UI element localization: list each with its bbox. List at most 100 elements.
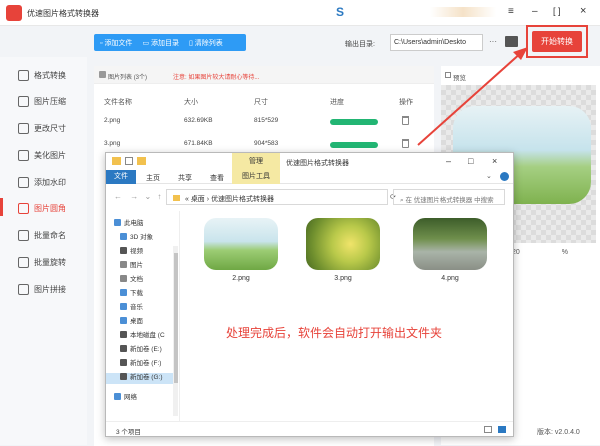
address-crumb-desktop[interactable]: 桌面: [191, 196, 205, 203]
explorer-maximize-button[interactable]: □: [468, 156, 473, 166]
nav-label: 图片: [130, 262, 143, 269]
file-thumbnail[interactable]: [306, 218, 380, 270]
table-row[interactable]: 2.png 632.69KB 815*529: [94, 111, 434, 131]
sidebar-item-format-convert[interactable]: 格式转换: [18, 67, 66, 83]
nav-item-documents[interactable]: 文档: [120, 273, 143, 283]
expand-ribbon-icon[interactable]: ⌄: [486, 172, 492, 180]
clear-list-button[interactable]: ▯ 清除列表: [189, 38, 223, 48]
list-title-text: 图片列表: [108, 75, 133, 81]
add-folder-label: 添加目录: [151, 39, 179, 47]
beautify-icon: [18, 149, 29, 161]
sidebar-item-label: 美化图片: [34, 150, 66, 160]
explorer-title: 优速图片格式转换器: [286, 160, 349, 167]
file-name: 4.png: [441, 275, 459, 282]
nav-item-this-pc[interactable]: 此电脑: [114, 217, 144, 227]
column-header-dims: 尺寸: [254, 99, 268, 106]
row-dims: 815*529: [254, 117, 279, 124]
nav-item-drive-f[interactable]: 新加卷 (F:): [120, 357, 161, 367]
nav-item-drive-g[interactable]: 新加卷 (G:): [120, 371, 163, 381]
explorer-titlebar: 管理 优速图片格式转换器 – □ ×: [106, 153, 513, 170]
tab-home[interactable]: 主页: [146, 173, 160, 183]
nav-arrows: ← → ⌄ ↑: [114, 192, 161, 201]
nav-item-3d-objects[interactable]: 3D 对象: [120, 231, 153, 241]
annotation-arrow-icon: [417, 47, 528, 146]
manage-tab[interactable]: 管理: [232, 153, 280, 170]
resize-icon: [18, 122, 29, 134]
sidebar-item-rename[interactable]: 批量命名: [18, 227, 66, 243]
address-overflow[interactable]: «: [185, 196, 189, 203]
add-file-label: 添加文件: [104, 39, 133, 47]
action-toolbar: ▫ 添加文件 ▭ 添加目录 ▯ 清除列表: [94, 34, 246, 51]
nav-item-desktop[interactable]: 桌面: [120, 315, 143, 325]
menu-icon[interactable]: ≡: [508, 6, 514, 17]
sidebar-item-label: 格式转换: [34, 70, 66, 80]
promo-banner[interactable]: [430, 7, 496, 17]
sidebar-item-rotate[interactable]: 批量旋转: [18, 254, 66, 270]
explorer-close-button[interactable]: ×: [492, 156, 497, 166]
annotation-text: 处理完成后，软件会自动打开输出文件夹: [226, 326, 443, 340]
sidebar-item-rounded-corner[interactable]: 图片圆角: [18, 200, 66, 216]
nav-label: 桌面: [130, 318, 143, 325]
nav-item-downloads[interactable]: 下载: [120, 287, 143, 297]
search-input[interactable]: ⌕ 在 优速图片格式转换器 中搜索: [393, 189, 505, 205]
address-separator: ›: [206, 196, 210, 203]
new-folder-icon[interactable]: [137, 157, 146, 165]
app-title: 优速图片格式转换器: [27, 9, 99, 18]
folder-icon: [112, 157, 121, 165]
nav-item-drive-c[interactable]: 本地磁盘 (C: [120, 329, 165, 339]
tab-file[interactable]: 文件: [106, 170, 136, 184]
maximize-button[interactable]: [ ]: [553, 6, 561, 16]
address-bar[interactable]: « 桌面 › 优速图片格式转换器: [166, 189, 388, 205]
sidebar-item-label: 批量命名: [34, 230, 66, 240]
delete-icon[interactable]: [402, 139, 409, 148]
nav-item-pictures[interactable]: 图片: [120, 259, 143, 269]
back-arrow-icon[interactable]: ←: [114, 192, 122, 201]
nav-item-videos[interactable]: 视频: [120, 245, 143, 255]
explorer-ribbon: 文件 主页 共享 查看 图片工具 ⌄: [106, 170, 513, 184]
file-name: 2.png: [232, 275, 250, 282]
properties-icon[interactable]: [125, 157, 133, 165]
nav-label: 3D 对象: [130, 234, 154, 241]
recent-dropdown-icon[interactable]: ⌄: [144, 192, 151, 201]
sidebar-item-resize[interactable]: 更改尺寸: [18, 120, 66, 136]
up-arrow-icon[interactable]: ↑: [157, 192, 161, 201]
address-crumb-folder[interactable]: 优速图片格式转换器: [211, 196, 274, 203]
search-placeholder: 在 优速图片格式转换器 中搜索: [405, 197, 494, 204]
column-header-name: 文件名称: [104, 99, 132, 106]
nav-scrollbar-thumb[interactable]: [174, 253, 178, 383]
sidebar-item-beautify[interactable]: 美化图片: [18, 147, 66, 163]
nav-item-drive-e[interactable]: 新加卷 (E:): [120, 343, 162, 353]
sidebar-item-label: 图片圆角: [34, 203, 66, 213]
sidebar-item-stitch[interactable]: 图片拼接: [18, 281, 66, 297]
file-thumbnail[interactable]: [413, 218, 487, 270]
large-icons-view-icon[interactable]: [498, 426, 506, 433]
compress-icon: [18, 95, 29, 107]
highlight-box: [526, 25, 588, 58]
file-thumbnail[interactable]: [204, 218, 278, 270]
table-row[interactable]: 3.png 671.84KB 904*583: [94, 134, 434, 154]
add-file-button[interactable]: ▫ 添加文件: [100, 38, 132, 48]
forward-arrow-icon[interactable]: →: [130, 192, 138, 201]
row-dims: 904*583: [254, 140, 279, 147]
nav-item-network[interactable]: 网络: [114, 391, 137, 401]
add-folder-button[interactable]: ▭ 添加目录: [142, 38, 179, 48]
radius-input[interactable]: 20 %: [512, 249, 568, 256]
minimize-button[interactable]: –: [532, 6, 538, 17]
s-logo-icon: S: [336, 5, 345, 19]
nav-item-music[interactable]: 音乐: [120, 301, 143, 311]
nav-label: 新加卷 (E:): [130, 346, 162, 353]
sidebar-item-compress[interactable]: 图片压缩: [18, 93, 66, 109]
help-icon[interactable]: [500, 172, 509, 181]
close-button[interactable]: ×: [580, 5, 586, 17]
nav-label: 视频: [130, 248, 143, 255]
nav-label: 文档: [130, 276, 143, 283]
tab-view[interactable]: 查看: [210, 173, 224, 183]
tab-share[interactable]: 共享: [178, 173, 192, 183]
explorer-minimize-button[interactable]: –: [446, 156, 451, 166]
details-view-icon[interactable]: [484, 426, 492, 433]
tab-picture-tools[interactable]: 图片工具: [232, 170, 280, 184]
image-list-icon: [99, 71, 106, 78]
explorer-window: 管理 优速图片格式转换器 – □ × 文件 主页 共享 查看 图片工具 ⌄ ← …: [105, 152, 514, 437]
delete-icon[interactable]: [402, 116, 409, 125]
sidebar-item-watermark[interactable]: 添加水印: [18, 174, 66, 190]
